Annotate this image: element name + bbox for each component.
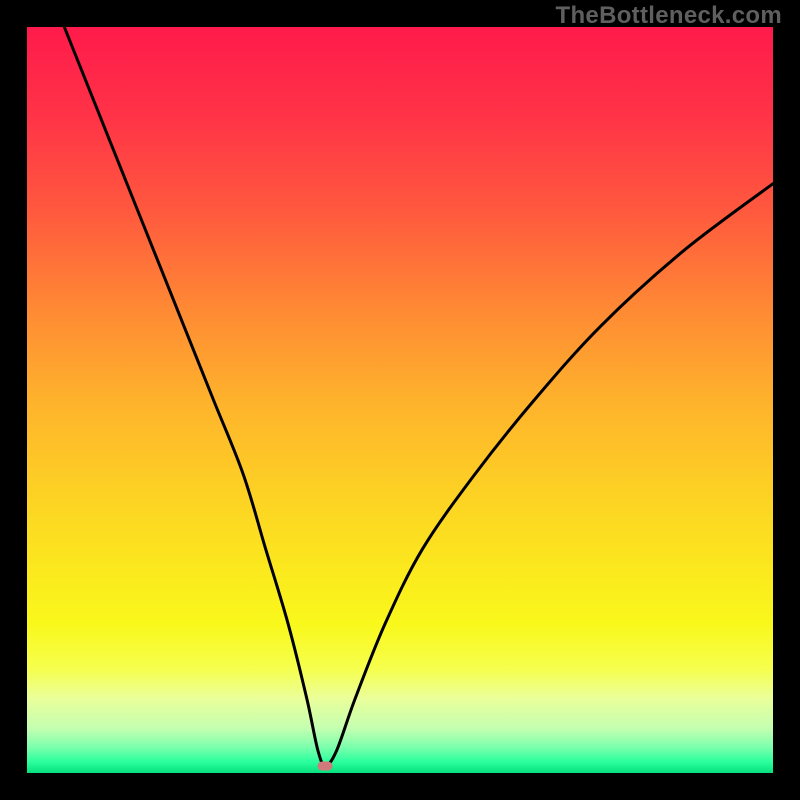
plot-area <box>27 27 773 773</box>
chart-frame: TheBottleneck.com <box>0 0 800 800</box>
watermark-text: TheBottleneck.com <box>556 2 782 30</box>
bottleneck-curve <box>27 27 773 773</box>
optimal-point-marker <box>318 761 333 770</box>
